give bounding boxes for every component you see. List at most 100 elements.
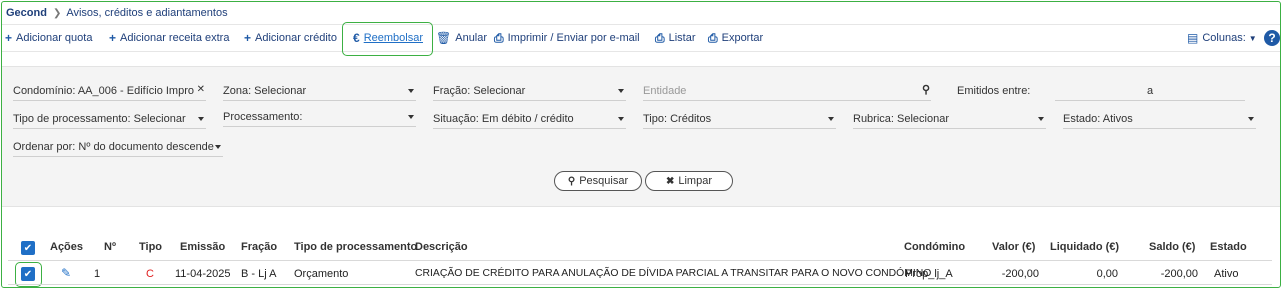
list-button[interactable]: ⎙ Listar [655,30,696,46]
col-header-fracao[interactable]: Fração [241,241,277,253]
col-header-descricao[interactable]: Descrição [415,241,468,253]
plus-icon: + [244,31,252,45]
caret-down-icon: ▼ [1248,33,1257,43]
fracao-value: Fração: Selecionar [433,84,526,97]
col-header-condomino[interactable]: Condómino [904,241,965,253]
situacao-select[interactable]: Situação: Em débito / crédito [433,109,626,129]
tipo-processamento-select[interactable]: Tipo de processamento: Selecionar [13,109,206,129]
cell-descricao: CRIAÇÃO DE CRÉDITO PARA ANULAÇÃO DE DÍVI… [415,268,932,279]
col-header-num[interactable]: Nº [104,241,116,253]
list-label: Listar [668,32,696,44]
print-email-label: Imprimir / Enviar por e-mail [507,32,640,44]
cancel-label: Anular [455,32,488,44]
ordenar-select[interactable]: Ordenar por: Nº do documento descende [13,137,223,157]
columns-icon: ▤ [1187,31,1199,45]
clear-icon[interactable]: ✕ [197,84,205,95]
search-icon[interactable]: ⚲ [922,83,930,96]
cell-estado: Ativo [1214,268,1239,280]
tipo-processamento-value: Tipo de processamento: Selecionar [13,112,186,125]
cancel-button[interactable]: 🗑︎ Anular [436,30,487,46]
breadcrumb: Gecond ❯ Avisos, créditos e adiantamento… [6,6,228,20]
caret-down-icon [198,117,204,121]
cell-fracao: B - Lj A [241,268,277,280]
cell-valor: -200,00 [1001,268,1039,280]
caret-down-icon [215,145,221,149]
export-button[interactable]: ⎙ Exportar [708,30,763,46]
columns-label: Colunas: [1202,32,1246,44]
condominio-value: Condomínio: AA_006 - Edifício Impro [13,84,194,97]
estado-select[interactable]: Estado: Ativos [1063,109,1256,129]
col-header-saldo[interactable]: Saldo (€) [1149,241,1195,253]
search-button-label: Pesquisar [579,175,629,187]
caret-down-icon [1248,117,1254,121]
rubrica-value: Rubrica: Selecionar [853,112,949,125]
add-extra-income-button[interactable]: + Adicionar receita extra [109,30,229,46]
close-icon: ✖ [665,175,675,187]
add-credit-button[interactable]: + Adicionar crédito [244,30,337,46]
tipo-value: Tipo: Créditos [643,112,712,125]
filter-panel: Condomínio: AA_006 - Edifício Impro ✕ Zo… [2,66,1280,207]
plus-icon: + [5,31,13,45]
cell-tipo: C [146,268,154,280]
select-all-checkbox[interactable]: ✔ [21,241,35,255]
caret-down-icon [618,117,624,121]
fracao-select[interactable]: Fração: Selecionar [433,81,626,101]
col-header-emissao[interactable]: Emissão [180,241,225,253]
clear-button[interactable]: ✖ Limpar [645,171,733,191]
print-email-button[interactable]: ⎙ Imprimir / Enviar por e-mail [494,30,640,46]
printer-icon: ⎙ [708,30,718,45]
add-quota-label: Adicionar quota [16,32,93,44]
rubrica-select[interactable]: Rubrica: Selecionar [853,109,1046,129]
refund-label: Reembolsar [363,32,423,44]
export-label: Exportar [721,32,764,44]
clear-button-label: Limpar [678,175,712,187]
add-extra-income-label: Adicionar receita extra [120,32,230,44]
refund-button[interactable]: € Reembolsar [353,30,423,46]
breadcrumb-current: Avisos, créditos e adiantamentos [66,7,228,19]
printer-icon: ⎙ [655,30,665,45]
caret-down-icon [408,89,414,93]
toolbar: + Adicionar quota + Adicionar receita ex… [2,22,1280,56]
plus-icon: + [109,31,117,45]
emitidos-date-range[interactable]: a [1055,81,1245,101]
estado-value: Estado: Ativos [1063,112,1133,125]
breadcrumb-root[interactable]: Gecond [6,7,47,19]
situacao-value: Situação: Em débito / crédito [433,112,574,125]
ordenar-value: Ordenar por: Nº do documento descende [13,140,214,153]
printer-icon: ⎙ [494,30,504,45]
columns-dropdown[interactable]: ▤ Colunas: ▼ [1187,30,1257,46]
cell-saldo: -200,00 [1160,268,1198,280]
col-header-tipo-processamento[interactable]: Tipo de processamento [294,241,417,253]
tipo-select[interactable]: Tipo: Créditos [643,109,836,129]
col-header-valor[interactable]: Valor (€) [992,241,1035,253]
caret-down-icon [1038,117,1044,121]
edit-pencil-icon[interactable]: ✎ [61,266,71,280]
col-header-liquidado[interactable]: Liquidado (€) [1050,241,1119,253]
results-table: ✔ Ações Nº Tipo Emissão Fração Tipo de p… [2,220,1280,287]
condominio-select[interactable]: Condomínio: AA_006 - Edifício Impro ✕ [13,81,206,101]
cell-condomino: Prop_lj_A [905,268,953,280]
header-divider [8,260,1272,261]
cell-liquidado: 0,00 [1096,268,1118,280]
cell-num: 1 [94,268,101,280]
row-divider [8,284,1272,285]
caret-down-icon [408,115,414,119]
processamento-select[interactable]: Processamento: [223,107,416,127]
col-header-tipo[interactable]: Tipo [139,241,162,253]
col-header-estado[interactable]: Estado [1210,241,1247,253]
search-button[interactable]: ⚲ Pesquisar [554,171,642,191]
trash-icon: 🗑︎ [436,31,452,45]
help-icon[interactable]: ? [1264,30,1280,46]
cell-emissao: 11-04-2025 [175,268,231,280]
emitidos-separator: a [1146,84,1154,97]
add-quota-button[interactable]: + Adicionar quota [5,30,92,46]
zona-select[interactable]: Zona: Selecionar [223,81,416,101]
entidade-input[interactable]: Entidade ⚲ [643,81,931,101]
row-checkbox[interactable]: ✔ [21,267,35,281]
euro-icon: € [353,31,360,45]
entidade-placeholder: Entidade [643,84,687,97]
app-frame: Gecond ❯ Avisos, créditos e adiantamento… [1,1,1281,288]
processamento-value: Processamento: [223,110,303,123]
zona-value: Zona: Selecionar [223,84,307,97]
caret-down-icon [828,117,834,121]
